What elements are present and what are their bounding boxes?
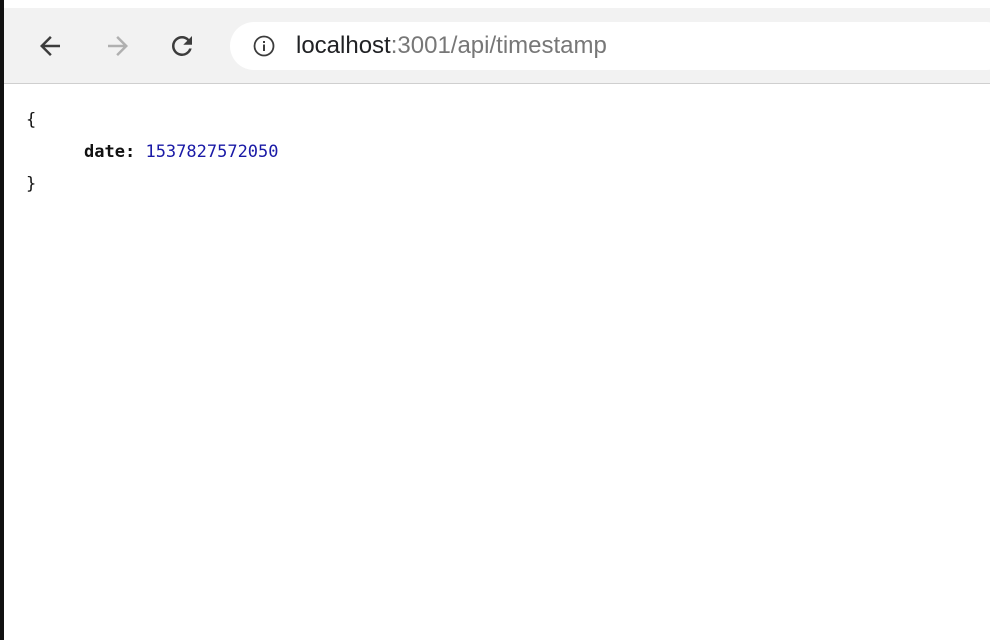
window-top-strip: [4, 0, 990, 8]
back-button[interactable]: [32, 28, 68, 64]
json-property-row: date: 1537827572050: [26, 136, 279, 168]
reload-button[interactable]: [164, 28, 200, 64]
reload-icon: [172, 35, 192, 56]
json-key: date: [84, 142, 125, 162]
url-host: localhost: [296, 32, 391, 59]
json-value: 1537827572050: [145, 142, 279, 162]
json-open-brace: {: [26, 110, 37, 130]
url-path: :3001/api/timestamp: [390, 32, 607, 59]
url-text[interactable]: localhost:3001/api/timestamp: [296, 32, 607, 60]
back-arrow-icon: [40, 36, 60, 56]
browser-window: localhost:3001/api/timestamp { date: 153…: [0, 0, 990, 640]
address-bar[interactable]: localhost:3001/api/timestamp: [230, 22, 990, 70]
browser-toolbar: localhost:3001/api/timestamp: [4, 8, 990, 84]
window-left-edge: [0, 0, 4, 640]
forward-button[interactable]: [100, 28, 136, 64]
info-icon[interactable]: [252, 34, 276, 58]
json-close-brace: }: [26, 174, 37, 194]
json-key-separator: :: [124, 142, 136, 162]
json-viewer: { date: 1537827572050 }: [26, 104, 279, 200]
forward-arrow-icon: [108, 36, 128, 56]
